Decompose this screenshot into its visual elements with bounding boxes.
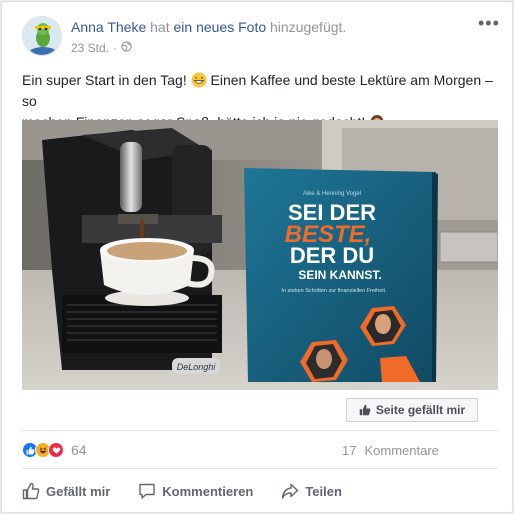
globe-icon[interactable] xyxy=(121,41,132,55)
grinning-face-emoji xyxy=(191,72,207,88)
post-text-part1: Ein super Start in den Tag! xyxy=(22,72,187,88)
post-header: Anna Theke hat ein neues Foto hinzugefüg… xyxy=(22,14,499,60)
comment-count-label: Kommentare xyxy=(364,443,439,458)
book-title-4: SEIN KANNST. xyxy=(298,268,381,282)
post-card: Anna Theke hat ein neues Foto hinzugefüg… xyxy=(1,1,513,513)
divider-top xyxy=(22,430,498,431)
meta-separator: · xyxy=(113,41,118,55)
love-reaction-icon xyxy=(48,442,64,458)
activity-link[interactable]: ein neues Foto xyxy=(174,19,267,35)
comment-button[interactable]: Kommentieren xyxy=(138,482,253,500)
author-line: Anna Theke hat ein neues Foto hinzugefüg… xyxy=(71,19,346,35)
page-like-button[interactable]: Seite gefällt mir xyxy=(346,398,478,422)
post-time[interactable]: 23 Std. xyxy=(71,41,109,55)
reaction-count[interactable]: 64 xyxy=(71,442,87,458)
photo-illustration: DeLonghi Aike & Henning Vogel SEI DER BE… xyxy=(22,120,498,390)
thumbs-up-icon xyxy=(359,404,371,416)
comment-count-value: 17 xyxy=(342,443,357,458)
share-button[interactable]: Teilen xyxy=(281,482,342,500)
divider-actions xyxy=(22,468,498,469)
like-button-label: Gefällt mir xyxy=(46,483,111,499)
page-like-label: Seite gefällt mir xyxy=(375,403,466,417)
share-icon xyxy=(282,483,299,499)
like-button[interactable]: Gefällt mir xyxy=(22,482,110,500)
action-bar: Gefällt mir Kommentieren Teilen xyxy=(22,476,498,506)
thumbs-up-icon xyxy=(22,482,40,500)
comment-icon xyxy=(139,483,155,499)
activity-prefix: hat xyxy=(150,19,170,35)
share-button-label: Teilen xyxy=(305,483,342,499)
post-photo[interactable]: DeLonghi Aike & Henning Vogel SEI DER BE… xyxy=(22,120,498,390)
more-dots-icon[interactable]: ••• xyxy=(478,14,499,34)
comment-button-label: Kommentieren xyxy=(162,483,254,499)
machine-brand: DeLonghi xyxy=(177,362,217,372)
book-title-3: DER DU xyxy=(290,243,374,268)
author-name[interactable]: Anna Theke xyxy=(71,19,146,35)
comments-count[interactable]: 17 Kommentare xyxy=(342,443,439,458)
book-authors: Aike & Henning Vogel xyxy=(303,191,361,197)
book-subtitle: In sieben Schritten zur finanziellen Fre… xyxy=(281,288,387,294)
reaction-summary[interactable]: 64 xyxy=(22,440,87,460)
activity-suffix: hinzugefügt. xyxy=(270,19,347,35)
avatar[interactable] xyxy=(22,16,62,56)
post-meta: 23 Std. · xyxy=(71,41,132,55)
